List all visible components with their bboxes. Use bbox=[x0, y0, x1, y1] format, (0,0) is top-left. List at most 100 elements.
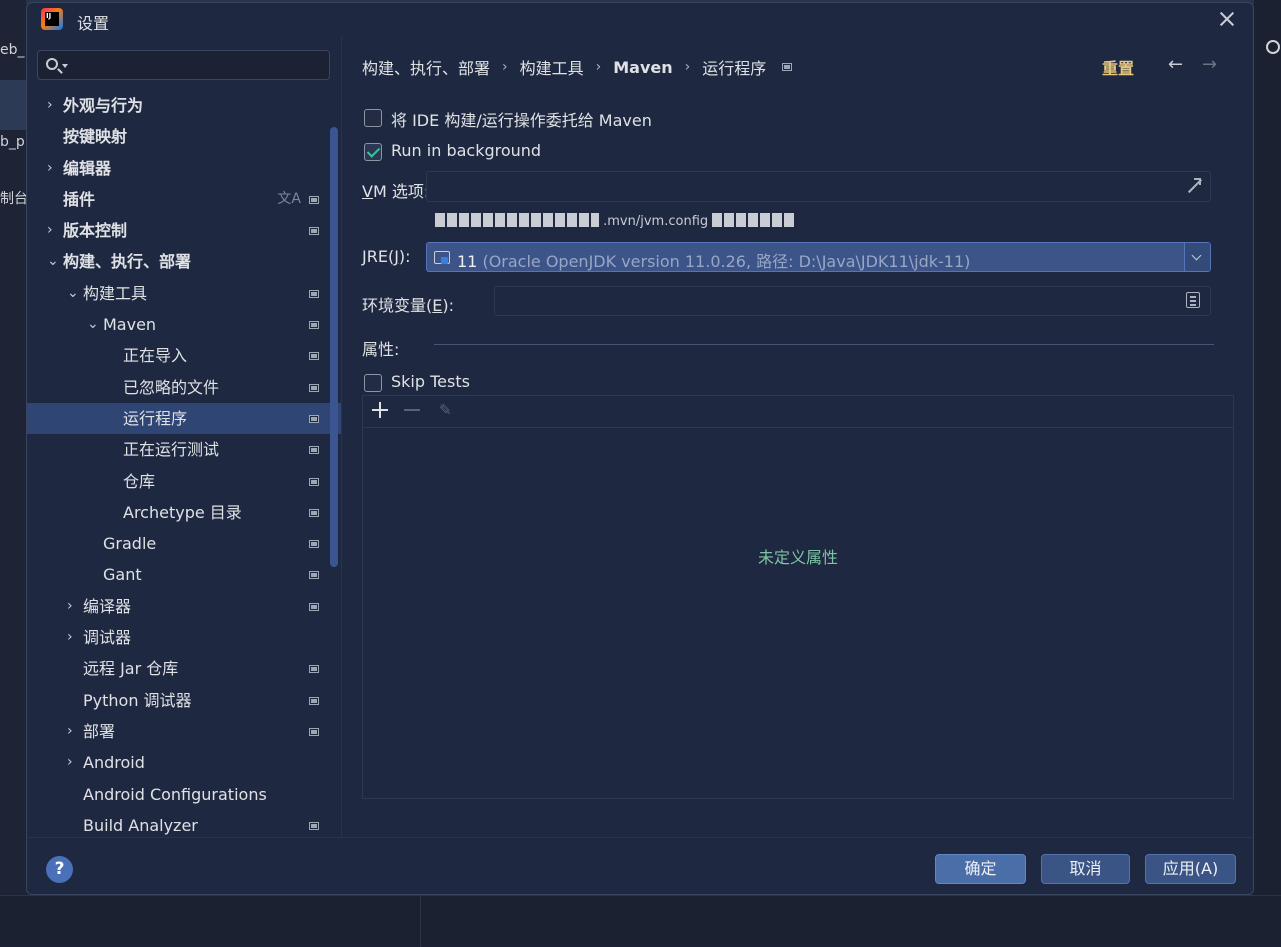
search-icon[interactable] bbox=[1266, 40, 1280, 54]
chevron-down-icon[interactable] bbox=[1184, 243, 1210, 271]
chevron-right-icon[interactable]: › bbox=[67, 716, 73, 747]
chevron-down-icon[interactable]: ⌄ bbox=[67, 278, 79, 309]
jre-selected-value: 11 (Oracle OpenJDK version 11.0.26, 路径: … bbox=[457, 252, 971, 271]
empty-properties-text: 未定义属性 bbox=[757, 548, 838, 567]
project-scope-icon bbox=[309, 446, 319, 455]
checkbox-label: 将 IDE 构建/运行操作委托给 Maven bbox=[391, 111, 652, 130]
tree-item-label: 远程 Jar 仓库 bbox=[83, 659, 179, 679]
tree-item-label: 正在导入 bbox=[123, 346, 188, 366]
tree-item[interactable]: 仓库 bbox=[27, 466, 341, 497]
tree-item-label: 版本控制 bbox=[63, 221, 128, 241]
tree-item[interactable]: Android Configurations bbox=[27, 779, 341, 810]
chevron-right-icon[interactable]: › bbox=[67, 591, 73, 622]
chevron-right-icon[interactable]: › bbox=[47, 153, 53, 184]
tree-item[interactable]: › Android bbox=[27, 747, 341, 778]
expand-icon[interactable] bbox=[1186, 178, 1201, 193]
chevron-right-icon[interactable]: › bbox=[47, 215, 53, 246]
search-input[interactable] bbox=[37, 50, 330, 80]
ide-text-fragment: 制台 bbox=[0, 191, 28, 207]
tree-item[interactable]: ⌄ 构建工具 bbox=[27, 278, 341, 309]
tree-item[interactable]: 已忽略的文件 bbox=[27, 372, 341, 403]
remove-icon[interactable] bbox=[404, 409, 420, 411]
checkbox-box[interactable] bbox=[364, 109, 382, 127]
tree-item[interactable]: 插件 文A bbox=[27, 184, 341, 215]
edit-icon[interactable]: ✎ bbox=[439, 401, 452, 419]
project-scope-icon bbox=[309, 352, 319, 361]
close-icon[interactable] bbox=[1217, 9, 1237, 29]
help-icon[interactable]: ? bbox=[46, 856, 73, 883]
checkbox-label: Skip Tests bbox=[391, 372, 470, 391]
checkbox-label: Run in background bbox=[391, 141, 542, 160]
hint-glyphs bbox=[712, 213, 795, 227]
properties-toolbar: ✎ bbox=[363, 396, 1233, 428]
tree-item[interactable]: 按键映射 bbox=[27, 121, 341, 152]
tree-item-label: Maven bbox=[103, 315, 157, 335]
breadcrumb-item: 构建工具 bbox=[519, 59, 584, 78]
tree-item-label: 正在运行测试 bbox=[123, 440, 220, 460]
tree-item[interactable]: ⌄ 构建、执行、部署 bbox=[27, 246, 341, 277]
back-arrow-icon[interactable]: ← bbox=[1168, 54, 1183, 75]
ide-bottom-background bbox=[0, 895, 1281, 947]
chevron-down-icon[interactable]: ⌄ bbox=[47, 246, 59, 277]
ok-button[interactable]: 确定 bbox=[935, 854, 1026, 884]
tree-item[interactable]: ⌄ Maven bbox=[27, 309, 341, 340]
tree-item[interactable]: 正在运行测试 bbox=[27, 434, 341, 465]
checkbox-box[interactable] bbox=[364, 374, 382, 392]
document-icon[interactable] bbox=[1186, 292, 1200, 308]
tree-item[interactable]: › 版本控制 bbox=[27, 215, 341, 246]
project-scope-icon bbox=[309, 602, 319, 611]
tree-item-label: 编译器 bbox=[83, 596, 132, 616]
cancel-button[interactable]: 取消 bbox=[1041, 854, 1130, 884]
tree-item[interactable]: 远程 Jar 仓库 bbox=[27, 653, 341, 684]
settings-tree: › 外观与行为 按键映射 › 编辑器 插件 文A › 版本控制 ⌄ 构建、执行、部署 ⌄ 构建工具 ⌄ Ma… bbox=[27, 90, 341, 841]
tree-item-label: Gradle bbox=[103, 534, 157, 554]
breadcrumb-item-current: 运行程序 bbox=[702, 59, 767, 78]
breadcrumb-separator: › bbox=[595, 59, 602, 75]
project-scope-icon bbox=[309, 540, 319, 549]
chevron-right-icon[interactable]: › bbox=[67, 747, 73, 778]
project-scope-icon bbox=[309, 508, 319, 517]
jre-label: JRE(J): bbox=[362, 247, 411, 266]
checkbox-box[interactable] bbox=[364, 143, 382, 161]
vm-options-field[interactable] bbox=[426, 171, 1211, 202]
chevron-down-icon[interactable]: ⌄ bbox=[87, 309, 99, 340]
project-scope-icon bbox=[309, 289, 319, 298]
tree-item[interactable]: › 编辑器 bbox=[27, 153, 341, 184]
tree-item-label: Archetype 目录 bbox=[123, 502, 242, 522]
tree-item-label: Android bbox=[83, 753, 145, 773]
chevron-right-icon[interactable]: › bbox=[67, 622, 73, 653]
project-scope-icon bbox=[309, 195, 319, 204]
tree-item[interactable]: › 调试器 bbox=[27, 622, 341, 653]
tree-item-label: Android Configurations bbox=[83, 784, 267, 804]
project-scope-icon bbox=[309, 321, 319, 330]
tree-item[interactable]: Gant bbox=[27, 559, 341, 590]
forward-arrow-icon[interactable]: → bbox=[1202, 54, 1217, 75]
chevron-right-icon[interactable]: › bbox=[47, 90, 53, 121]
ide-selected-item bbox=[0, 80, 26, 130]
tree-item[interactable]: Python 调试器 bbox=[27, 685, 341, 716]
tree-item-label: 按键映射 bbox=[63, 127, 128, 147]
tree-item[interactable]: 正在导入 bbox=[27, 340, 341, 371]
tree-item[interactable]: › 外观与行为 bbox=[27, 90, 341, 121]
hint-glyphs bbox=[435, 213, 599, 227]
settings-sidebar: › 外观与行为 按键映射 › 编辑器 插件 文A › 版本控制 ⌄ 构建、执行、部署 ⌄ 构建工具 ⌄ Ma… bbox=[27, 37, 341, 837]
tree-item[interactable]: › 编译器 bbox=[27, 591, 341, 622]
tree-item[interactable]: Gradle bbox=[27, 528, 341, 559]
tree-item[interactable]: 运行程序 bbox=[27, 402, 341, 435]
env-vars-field[interactable] bbox=[494, 286, 1211, 316]
tree-item-label: 部署 bbox=[83, 721, 116, 741]
intellij-logo-icon: IJ bbox=[41, 8, 63, 30]
jre-select[interactable]: 11 (Oracle OpenJDK version 11.0.26, 路径: … bbox=[426, 242, 1211, 272]
tree-item-label: 运行程序 bbox=[123, 408, 188, 428]
tree-item[interactable]: › 部署 bbox=[27, 716, 341, 747]
sidebar-scrollbar[interactable] bbox=[330, 127, 338, 567]
project-scope-icon bbox=[309, 383, 319, 392]
add-icon[interactable] bbox=[372, 402, 388, 418]
chevron-down-icon[interactable] bbox=[62, 64, 68, 68]
tree-item[interactable]: Archetype 目录 bbox=[27, 497, 341, 528]
reset-link[interactable]: 重置 bbox=[1102, 55, 1134, 79]
breadcrumb-separator: › bbox=[502, 59, 508, 75]
apply-button[interactable]: 应用(A) bbox=[1145, 854, 1236, 884]
breadcrumb-item: 构建、执行、部署 bbox=[362, 59, 491, 78]
project-scope-icon bbox=[309, 414, 319, 423]
